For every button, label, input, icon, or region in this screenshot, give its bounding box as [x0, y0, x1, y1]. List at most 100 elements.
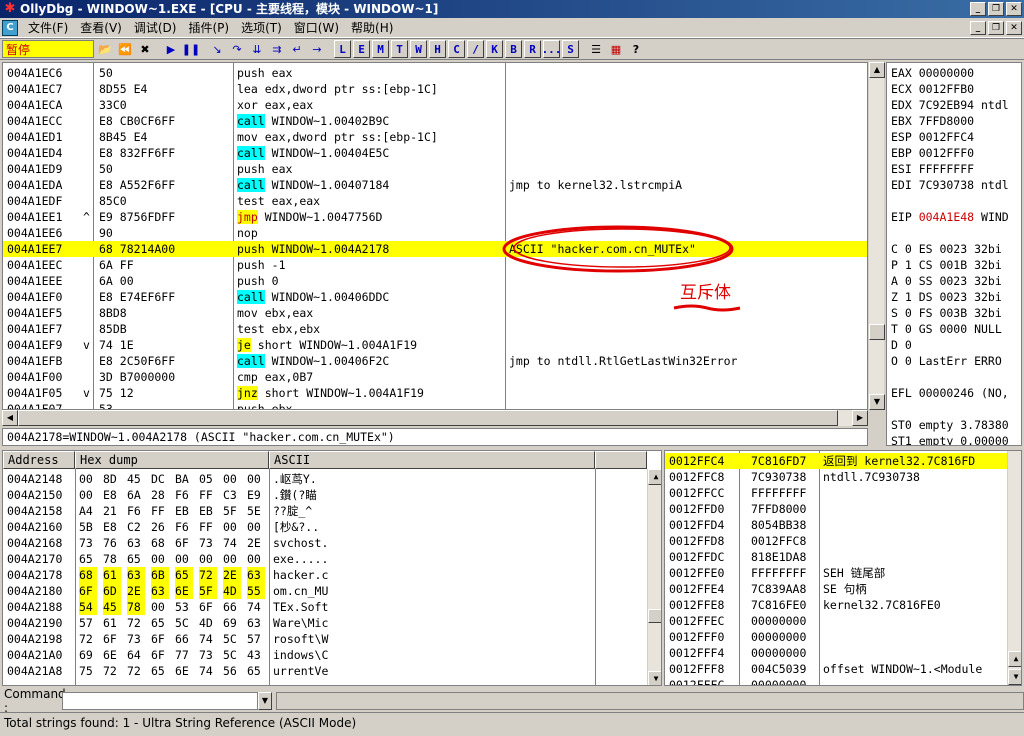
register-row[interactable]: T 0 GS 0000 NULL: [891, 321, 1002, 337]
toolbar-handles-button[interactable]: H: [429, 40, 446, 58]
toolbar-executables-button[interactable]: E: [353, 40, 370, 58]
register-row[interactable]: O 0 LastErr ERRO: [891, 353, 1002, 369]
step-over-icon[interactable]: ↷: [228, 40, 246, 58]
menu-help[interactable]: 帮助(H): [345, 19, 399, 36]
help-icon[interactable]: ?: [627, 40, 645, 58]
stack-row[interactable]: 0012FFE8 7C816FE0 kernel32.7C816FE0: [665, 597, 1021, 613]
dump-vscrollbar[interactable]: ▲ ▼: [647, 469, 661, 685]
pause-icon[interactable]: ❚❚: [182, 40, 200, 58]
stack-row[interactable]: 0012FFFC 00000000: [665, 677, 1021, 685]
register-row[interactable]: ESI FFFFFFFF: [891, 161, 974, 177]
toolbar-patches-button[interactable]: /: [467, 40, 484, 58]
disasm-row[interactable]: 004A1F05 v 75 12 jnz short WINDOW~1.004A1F1…: [3, 385, 867, 401]
dump-header-hex[interactable]: Hex dump: [75, 451, 269, 469]
stack-row[interactable]: 0012FFD8 0012FFC8: [665, 533, 1021, 549]
disasm-row[interactable]: 004A1EE6 90 nop: [3, 225, 867, 241]
menu-view[interactable]: 查看(V): [74, 19, 128, 36]
disassembly-pane[interactable]: 004A1EC6 50 push eax 004A1EC7 8D55 E4 lea edx…: [2, 62, 868, 410]
goto-icon[interactable]: →: [308, 40, 326, 58]
toolbar-threads-button[interactable]: T: [391, 40, 408, 58]
register-row[interactable]: EBP 0012FFF0: [891, 145, 974, 161]
menu-window[interactable]: 窗口(W): [288, 19, 345, 36]
disasm-row[interactable]: 004A1F07 53 push ebx: [3, 401, 867, 409]
disasm-row[interactable]: 004A1EE7 68 78214A00 push WINDOW~1.004A217…: [3, 241, 867, 257]
minimize-button[interactable]: _: [970, 2, 986, 16]
command-input[interactable]: [62, 692, 258, 710]
trace-into-icon[interactable]: ⇊: [248, 40, 266, 58]
open-icon[interactable]: 📂: [96, 40, 114, 58]
register-row[interactable]: D 0: [891, 337, 912, 353]
register-row[interactable]: EIP 004A1E48 WIND: [891, 209, 1009, 225]
disasm-row[interactable]: 004A1EF9 v 74 1E je short WINDOW~1.004A1F19: [3, 337, 867, 353]
register-row[interactable]: C 0 ES 0023 32bi: [891, 241, 1002, 257]
register-row[interactable]: EFL 00000246 (NO,: [891, 385, 1009, 401]
toolbar-cpu-button[interactable]: C: [448, 40, 465, 58]
toolbar-source-button[interactable]: S: [562, 40, 579, 58]
disasm-row[interactable]: 004A1EC6 50 push eax: [3, 65, 867, 81]
disasm-row[interactable]: 004A1EDA E8 A552F6FF call WINDOW~1.0040718…: [3, 177, 867, 193]
toolbar-references-button[interactable]: R: [524, 40, 541, 58]
register-row[interactable]: EDX 7C92EB94 ntdl: [891, 97, 1009, 113]
stack-row[interactable]: 0012FFF0 00000000: [665, 629, 1021, 645]
stack-row[interactable]: 0012FFF4 00000000: [665, 645, 1021, 661]
stack-row[interactable]: 0012FFD4 8054BB38: [665, 517, 1021, 533]
register-row[interactable]: P 1 CS 001B 32bi: [891, 257, 1002, 273]
dump-header-ascii[interactable]: ASCII: [269, 451, 595, 469]
menu-file[interactable]: 文件(F): [22, 19, 74, 36]
toolbar-trace-button[interactable]: ...: [542, 40, 561, 58]
toolbar-breakpoints-button[interactable]: B: [505, 40, 522, 58]
child-restore-button[interactable]: ❐: [988, 21, 1004, 35]
register-row[interactable]: S 0 FS 003B 32bi: [891, 305, 1002, 321]
child-close-button[interactable]: ✕: [1006, 21, 1022, 35]
toolbar-windows-button[interactable]: W: [410, 40, 427, 58]
register-row[interactable]: ECX 0012FFB0: [891, 81, 974, 97]
stack-row[interactable]: 0012FFE4 7C839AA8 SE 句柄: [665, 581, 1021, 597]
register-row[interactable]: ST1 empty 0.00000: [891, 433, 1009, 445]
disasm-row[interactable]: 004A1ED1 8B45 E4 mov eax,dword ptr ss:[ebp…: [3, 129, 867, 145]
disasm-row[interactable]: 004A1ECA 33C0 xor eax,eax: [3, 97, 867, 113]
trace-over-icon[interactable]: ⇉: [268, 40, 286, 58]
execute-till-return-icon[interactable]: ↵: [288, 40, 306, 58]
disasm-row[interactable]: 004A1ED4 E8 832FF6FF call WINDOW~1.00404E5…: [3, 145, 867, 161]
rewind-icon[interactable]: ⏪: [116, 40, 134, 58]
stack-row[interactable]: 0012FFEC 00000000: [665, 613, 1021, 629]
child-minimize-button[interactable]: _: [970, 21, 986, 35]
list-icon[interactable]: ☰: [587, 40, 605, 58]
toolbar-callstack-button[interactable]: K: [486, 40, 503, 58]
register-row[interactable]: EAX 00000000: [891, 65, 974, 81]
register-row[interactable]: A 0 SS 0023 32bi: [891, 273, 1002, 289]
stack-pane[interactable]: 0012FFC4 7C816FD7 返回到 kernel32.7C816FD 0012…: [664, 450, 1022, 686]
disasm-row[interactable]: 004A1EF7 85DB test ebx,ebx: [3, 321, 867, 337]
stack-row[interactable]: 0012FFDC 818E1DA8: [665, 549, 1021, 565]
dump-header-address[interactable]: Address: [3, 451, 75, 469]
appearance-icon[interactable]: ▦: [607, 40, 625, 58]
stack-row[interactable]: 0012FFC4 7C816FD7 返回到 kernel32.7C816FD: [665, 453, 1021, 469]
title-bar[interactable]: ✱ OllyDbg - WINDOW~1.EXE - [CPU - 主要线程，模…: [0, 0, 1024, 18]
toolbar-log-button[interactable]: L: [334, 40, 351, 58]
register-row[interactable]: ST0 empty 3.78380: [891, 417, 1009, 433]
toolbar-memory-button[interactable]: M: [372, 40, 389, 58]
disasm-row[interactable]: 004A1EFB E8 2C50F6FF call WINDOW~1.00406F2…: [3, 353, 867, 369]
stack-row[interactable]: 0012FFCC FFFFFFFF: [665, 485, 1021, 501]
disasm-row[interactable]: 004A1ECC E8 CB0CF6FF call WINDOW~1.00402B9…: [3, 113, 867, 129]
disasm-row[interactable]: 004A1EDF 85C0 test eax,eax: [3, 193, 867, 209]
register-row[interactable]: EBX 7FFD8000: [891, 113, 974, 129]
register-row[interactable]: Z 1 DS 0023 32bi: [891, 289, 1002, 305]
stack-row[interactable]: 0012FFD0 7FFD8000: [665, 501, 1021, 517]
stack-vscrollbar[interactable]: ▲ ▼: [1007, 451, 1021, 685]
close-button[interactable]: ✕: [1006, 2, 1022, 16]
stack-row[interactable]: 0012FFC8 7C930738 ntdll.7C930738: [665, 469, 1021, 485]
disasm-row[interactable]: 004A1ED9 50 push eax: [3, 161, 867, 177]
stack-row[interactable]: 0012FFF8 004C5039 offset WINDOW~1.<Module: [665, 661, 1021, 677]
disassembly-hscrollbar[interactable]: ◀ ▶: [2, 410, 868, 426]
command-dropdown-icon[interactable]: ▼: [258, 692, 272, 710]
close-process-icon[interactable]: ✖: [136, 40, 154, 58]
disasm-row[interactable]: 004A1F00 3D B7000000 cmp eax,0B7: [3, 369, 867, 385]
disasm-row[interactable]: 004A1EC7 8D55 E4 lea edx,dword ptr ss:[ebp…: [3, 81, 867, 97]
menu-debug[interactable]: 调试(D): [128, 19, 183, 36]
registers-pane[interactable]: EAX 00000000 ECX 0012FFB0 EDX 7C92EB94 ntd…: [886, 62, 1022, 446]
menu-plugins[interactable]: 插件(P): [182, 19, 235, 36]
hex-dump-pane[interactable]: Address Hex dump ASCII 004A2148 00 8D 45 DC B…: [2, 450, 662, 686]
disassembly-vscrollbar[interactable]: ▲ ▼: [868, 62, 885, 410]
cpu-window-icon[interactable]: C: [2, 19, 18, 36]
